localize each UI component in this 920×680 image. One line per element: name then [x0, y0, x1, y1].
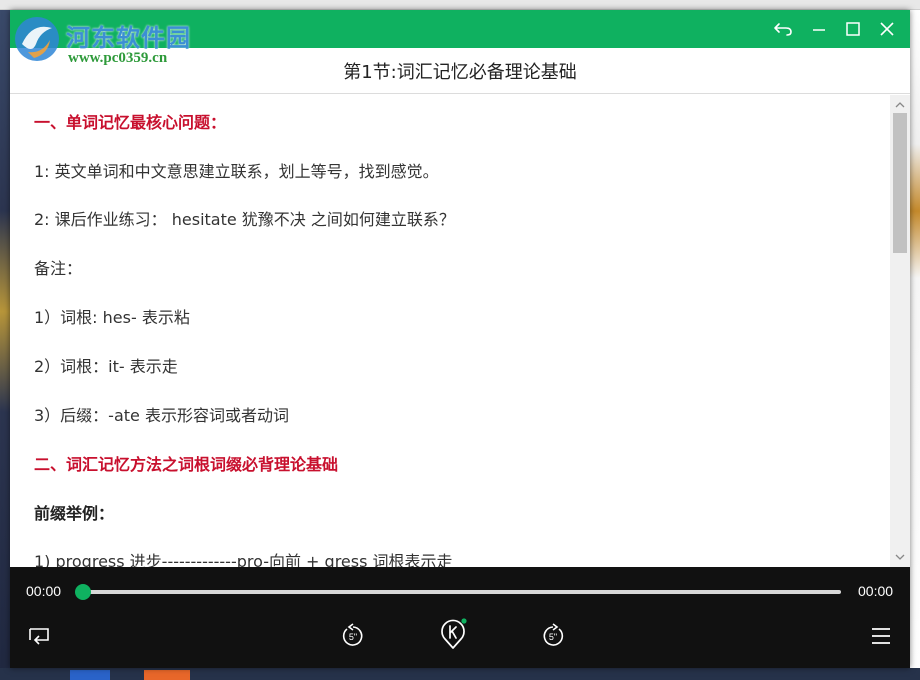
taskbar-tile [70, 670, 110, 680]
content-line: 备注： [34, 259, 83, 278]
total-time: 00:00 [858, 583, 894, 599]
content-heading: 二、词汇记忆方法之词根词缀必背理论基础 [34, 455, 339, 474]
back-button[interactable] [770, 16, 796, 42]
lesson-content: 一、单词记忆最核心问题： 1: 英文单词和中文意思建立联系，划上等号，找到感觉。… [10, 95, 890, 567]
content-line: 2: 课后作业练习： hesitate 犹豫不决 之间如何建立联系？ [34, 210, 455, 229]
chevron-up-icon [895, 102, 905, 108]
rewind-button[interactable]: 5" [338, 621, 368, 651]
content-line: 2）词根：it- 表示走 [34, 357, 178, 376]
content-line: 1) progress 进步-------------pro-向前 + gres… [34, 552, 453, 567]
maximize-icon [846, 22, 860, 36]
minimize-button[interactable] [806, 16, 832, 42]
close-button[interactable] [874, 16, 900, 42]
watermark-site-name: 河东软件园 [66, 23, 191, 52]
menu-icon [872, 628, 890, 644]
audio-player: 00:00 00:00 5" 5" [10, 567, 910, 668]
watermark-site-url: www.pc0359.cn [68, 50, 168, 66]
close-icon [880, 22, 894, 36]
content-line: 1）词根: hes- 表示粘 [34, 308, 190, 327]
rewind-label: 5" [349, 632, 357, 642]
desktop-background-left [0, 10, 10, 680]
lesson-title: 第1节:词汇记忆必备理论基础 [343, 61, 577, 83]
content-line: 1: 英文单词和中文意思建立联系，划上等号，找到感觉。 [34, 162, 439, 181]
play-logo-icon [441, 618, 467, 649]
chevron-down-icon [895, 554, 905, 560]
playlist-icon [29, 628, 49, 645]
content-heading: 一、单词记忆最核心问题： [34, 113, 227, 132]
taskbar-strip [0, 668, 920, 680]
scroll-thumb[interactable] [893, 113, 907, 253]
forward-5-seconds-icon: 5" [543, 623, 564, 646]
watermark-logo-icon [15, 17, 59, 61]
progress-track[interactable] [82, 590, 841, 594]
content-subheading: 前缀举例： [34, 504, 115, 523]
scroll-down-button[interactable] [894, 551, 906, 563]
forward-label: 5" [549, 632, 557, 642]
content-scrollbar[interactable] [890, 95, 910, 567]
player-window: 第1节:词汇记忆必备理论基础 一、单词记忆最核心问题： 1: 英文单词和中文意思… [10, 10, 910, 668]
maximize-button[interactable] [840, 16, 866, 42]
current-time: 00:00 [26, 583, 62, 599]
content-line: 3）后缀：-ate 表示形容词或者动词 [34, 406, 289, 425]
back-icon [774, 23, 792, 36]
scroll-up-button[interactable] [894, 99, 906, 111]
site-watermark: 河东软件园 www.pc0359.cn [8, 8, 238, 68]
play-button[interactable] [438, 618, 468, 649]
rewind-5-seconds-icon: 5" [342, 623, 363, 646]
taskbar-tile [144, 670, 190, 680]
playlist-button[interactable] [24, 621, 54, 651]
forward-button[interactable]: 5" [538, 621, 568, 651]
progress-knob[interactable] [75, 584, 91, 600]
minimize-icon [813, 29, 825, 31]
menu-button[interactable] [866, 621, 896, 651]
desktop-background-right [910, 10, 920, 680]
